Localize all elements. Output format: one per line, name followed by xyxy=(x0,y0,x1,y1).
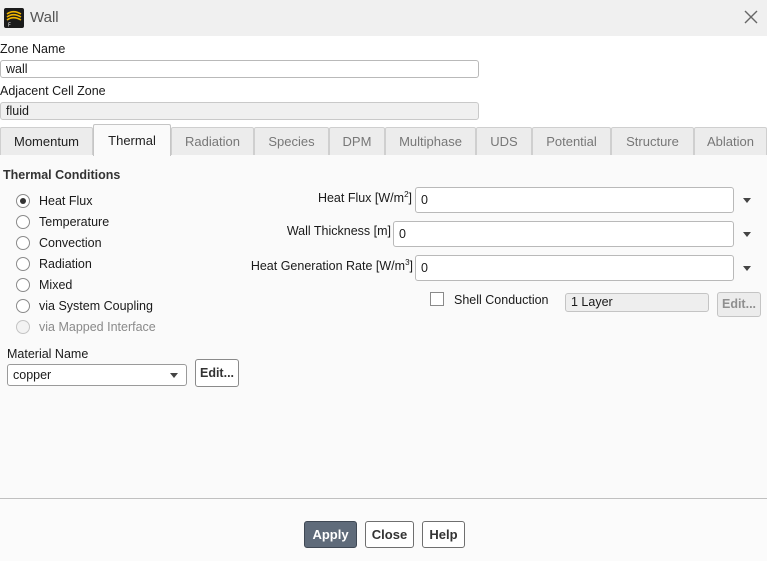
close-icon[interactable] xyxy=(743,9,759,25)
apply-button[interactable]: Apply xyxy=(304,521,357,548)
chevron-down-icon xyxy=(170,373,178,378)
radio-label: Temperature xyxy=(39,215,110,229)
radio-label: Mixed xyxy=(39,278,73,292)
tab-ablation[interactable]: Ablation xyxy=(694,127,767,155)
material-select[interactable]: copper xyxy=(7,364,187,386)
heat-flux-dropdown-icon[interactable] xyxy=(743,198,751,203)
fluent-app-icon: F xyxy=(4,8,24,28)
wall-thickness-input[interactable]: 0 xyxy=(393,221,734,247)
tab-momentum[interactable]: Momentum xyxy=(0,127,93,155)
heat-flux-label: Heat Flux [W/m2] xyxy=(317,190,412,206)
radio-label: via System Coupling xyxy=(39,299,153,313)
radio-button[interactable] xyxy=(16,215,30,229)
thermal-conditions-title: Thermal Conditions xyxy=(3,168,121,182)
radio-label: Heat Flux xyxy=(39,194,93,208)
radio-button[interactable] xyxy=(16,236,30,250)
radio-button[interactable] xyxy=(16,278,30,292)
adjacent-cell-zone-label: Adjacent Cell Zone xyxy=(0,84,106,98)
layers-edit-button[interactable]: Edit... xyxy=(717,292,761,317)
material-name-label: Material Name xyxy=(7,347,89,361)
wall-thickness-label: Wall Thickness [m] xyxy=(286,224,391,238)
tab-structure[interactable]: Structure xyxy=(611,127,694,155)
heat-generation-label: Heat Generation Rate [W/m3] xyxy=(250,258,413,274)
zone-name-input[interactable]: wall xyxy=(0,60,479,78)
material-select-value: copper xyxy=(13,368,52,382)
zone-info: Zone Name wall Adjacent Cell Zone fluid xyxy=(0,36,767,124)
window-title: Wall xyxy=(30,9,59,26)
heat-generation-input[interactable]: 0 xyxy=(415,255,734,281)
adjacent-cell-zone-field: fluid xyxy=(0,102,479,120)
heat-generation-dropdown-icon[interactable] xyxy=(743,266,751,271)
tab-thermal[interactable]: Thermal xyxy=(93,124,171,156)
radio-label: Radiation xyxy=(39,257,92,271)
radio-button[interactable] xyxy=(16,194,30,208)
shell-conduction-label: Shell Conduction xyxy=(454,293,549,307)
dialog-footer: Apply Close Help xyxy=(0,498,767,561)
tab-multiphase[interactable]: Multiphase xyxy=(385,127,476,155)
tab-bar: Momentum Thermal Radiation Species DPM M… xyxy=(0,124,767,156)
tab-potential[interactable]: Potential xyxy=(532,127,611,155)
title-bar: F Wall xyxy=(0,0,767,36)
tab-dpm[interactable]: DPM xyxy=(329,127,385,155)
shell-conduction-checkbox[interactable] xyxy=(430,292,444,306)
radio-button[interactable] xyxy=(16,257,30,271)
close-button[interactable]: Close xyxy=(365,521,414,548)
tab-uds[interactable]: UDS xyxy=(476,127,532,155)
wall-thickness-dropdown-icon[interactable] xyxy=(743,232,751,237)
svg-text:F: F xyxy=(8,23,11,29)
radio-label: Convection xyxy=(39,236,102,250)
help-button[interactable]: Help xyxy=(422,521,465,548)
radio-label: via Mapped Interface xyxy=(39,320,156,334)
wall-dialog: F Wall Zone Name wall Adjacent Cell Zone… xyxy=(0,0,767,561)
tab-species[interactable]: Species xyxy=(254,127,329,155)
layers-field: 1 Layer xyxy=(565,293,709,312)
thermal-panel: Thermal Conditions Heat Flux Temperature… xyxy=(0,155,767,498)
tab-radiation[interactable]: Radiation xyxy=(171,127,254,155)
zone-name-label: Zone Name xyxy=(0,42,66,56)
heat-flux-input[interactable]: 0 xyxy=(415,187,734,213)
material-edit-button[interactable]: Edit... xyxy=(195,359,239,387)
radio-button xyxy=(16,320,30,334)
radio-button[interactable] xyxy=(16,299,30,313)
